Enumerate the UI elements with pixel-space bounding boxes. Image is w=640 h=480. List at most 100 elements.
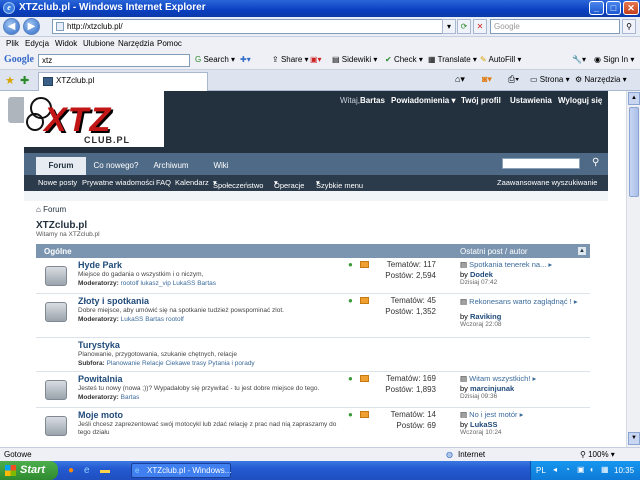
- moderator-links[interactable]: rootolf lukasz_vip LukaSS Bartas: [121, 280, 216, 287]
- subforum-links[interactable]: Planowanie Relacje Ciekawe trasy Pytania…: [107, 360, 255, 367]
- last-post-author[interactable]: marcinjunak: [470, 384, 514, 393]
- forum-search-input[interactable]: [502, 158, 580, 169]
- menu-help[interactable]: Pomoc: [157, 39, 182, 48]
- ie-quicklaunch-icon[interactable]: e: [84, 465, 90, 476]
- tools-menu[interactable]: ⚙ Narzędzia ▾: [575, 75, 627, 84]
- menu-edit[interactable]: Edycja: [25, 39, 49, 48]
- dropdown-arrow-icon[interactable]: ▾: [442, 19, 456, 34]
- google-query-input[interactable]: xtz: [38, 54, 190, 67]
- moderator-links[interactable]: Bartas: [121, 394, 140, 401]
- folder-icon[interactable]: ▬: [100, 465, 110, 476]
- logout-link[interactable]: Wyloguj się: [558, 96, 602, 105]
- favorites-star-icon[interactable]: ★: [5, 74, 15, 87]
- post-icon: ▤: [460, 260, 470, 269]
- go-to-post-icon[interactable]: ▸: [548, 260, 552, 269]
- subnav-faq[interactable]: FAQ: [156, 178, 171, 187]
- print-icon[interactable]: ⎙▾: [508, 74, 519, 85]
- share-button[interactable]: ⇪ Share ▾: [272, 55, 309, 64]
- volume-icon[interactable]: ◖: [589, 465, 594, 474]
- tab-archive[interactable]: Archiwum: [146, 157, 196, 175]
- sidewiki-button[interactable]: ▤ Sidewiki ▾: [332, 55, 377, 64]
- scroll-down-icon[interactable]: ▼: [628, 432, 640, 445]
- last-post-title[interactable]: Rekonesans warto zaglądnąć !: [469, 297, 572, 306]
- settings-link[interactable]: Ustawienia: [510, 96, 552, 105]
- close-button[interactable]: ✕: [623, 1, 639, 15]
- autofill-button[interactable]: ✎ AutoFill ▾: [480, 55, 521, 64]
- scroll-thumb[interactable]: [629, 107, 639, 197]
- wrench-icon[interactable]: 🔧▾: [572, 55, 586, 64]
- language-indicator[interactable]: PL: [536, 466, 546, 475]
- vertical-scrollbar[interactable]: ▲ ▼: [626, 91, 640, 447]
- advanced-search-link[interactable]: Zaawansowane wyszukiwanie: [497, 178, 597, 187]
- search-input[interactable]: Google: [490, 19, 620, 34]
- stop-icon[interactable]: ✕: [473, 19, 487, 34]
- last-post-title[interactable]: Spotkania tenerek na...: [469, 260, 546, 269]
- check-button[interactable]: ✔ Check ▾: [385, 55, 423, 64]
- network-icon[interactable]: ▦: [601, 465, 609, 474]
- category-title[interactable]: Ogólne: [44, 247, 72, 256]
- topics-count: Tematów: 45: [390, 296, 436, 305]
- forum-name[interactable]: Hyde Park: [78, 260, 122, 270]
- plus-icon[interactable]: ✚▾: [240, 55, 251, 64]
- menu-favorites[interactable]: Ulubione: [83, 39, 115, 48]
- last-post-author[interactable]: Dodek: [470, 270, 493, 279]
- back-button[interactable]: ◀: [3, 18, 20, 35]
- bookmark-icon[interactable]: ▣▾: [310, 55, 322, 64]
- notifications-menu[interactable]: Powiadomienia ▾: [391, 96, 455, 105]
- user-icon: ◉: [594, 55, 604, 64]
- breadcrumb[interactable]: ⌂ Forum: [36, 205, 66, 214]
- go-to-post-icon[interactable]: ▸: [520, 410, 524, 419]
- forum-name[interactable]: Powitalnia: [78, 374, 123, 384]
- translate-button[interactable]: ▦ Translate ▾: [428, 55, 477, 64]
- subnav-calendar[interactable]: Kalendarz: [175, 178, 209, 187]
- xtz-logo[interactable]: XTZ CLUB.PL: [24, 91, 164, 147]
- refresh-icon[interactable]: ⟳: [457, 19, 471, 34]
- sign-in-button[interactable]: ◉ Sign In ▾: [594, 55, 634, 64]
- go-to-post-icon[interactable]: ▸: [533, 374, 537, 383]
- last-post-title[interactable]: No i jest motór: [469, 410, 517, 419]
- tab-forum[interactable]: Forum: [36, 157, 86, 175]
- scroll-up-icon[interactable]: ▲: [628, 92, 640, 105]
- menu-file[interactable]: Plik: [6, 39, 19, 48]
- forum-name[interactable]: Złoty i spotkania: [78, 296, 149, 306]
- tray-icon[interactable]: ◔: [565, 465, 570, 474]
- subnav-quick-menu[interactable]: Szybkie menu ▾: [316, 178, 363, 190]
- minimize-button[interactable]: _: [589, 1, 604, 15]
- search-icon[interactable]: ⚲: [622, 19, 636, 34]
- moderator-links[interactable]: LukaSS Bartas rootolf: [121, 316, 184, 323]
- taskbar-window-button[interactable]: e XTZclub.pl - Windows...: [131, 463, 231, 478]
- username-link[interactable]: Bartas: [360, 96, 385, 105]
- address-input[interactable]: http://xtzclub.pl/: [52, 19, 452, 34]
- forum-name[interactable]: Turystyka: [78, 340, 120, 350]
- go-to-post-icon[interactable]: ▸: [574, 297, 578, 306]
- search-icon[interactable]: ⚲: [592, 157, 604, 169]
- add-favorites-icon[interactable]: ✚: [20, 74, 29, 87]
- browser-tab[interactable]: XTZclub.pl: [38, 72, 208, 91]
- firefox-icon[interactable]: ●: [68, 465, 74, 476]
- last-post-title[interactable]: Witam wszystkich!: [469, 374, 530, 383]
- subnav-new-posts[interactable]: Nowe posty: [38, 178, 77, 187]
- tray-icon[interactable]: ▣: [577, 465, 585, 474]
- last-post-author[interactable]: LukaSS: [470, 420, 498, 429]
- google-search-button[interactable]: G Search ▾: [195, 55, 235, 64]
- profile-link[interactable]: Twój profil: [461, 96, 501, 105]
- tab-wiki[interactable]: Wiki: [198, 157, 244, 175]
- maximize-button[interactable]: □: [606, 1, 621, 15]
- last-post-author[interactable]: Raviking: [470, 312, 501, 321]
- zoom-control[interactable]: ⚲ 100% ▾: [580, 450, 615, 459]
- forum-name[interactable]: Moje moto: [78, 410, 123, 420]
- tray-icon[interactable]: ◂: [553, 465, 557, 474]
- start-button[interactable]: Start: [0, 461, 58, 480]
- collapse-icon[interactable]: ▲: [578, 247, 586, 255]
- menu-tools[interactable]: Narzędzia: [118, 39, 154, 48]
- menu-view[interactable]: Widok: [55, 39, 77, 48]
- subnav-community[interactable]: Społeczeństwo ▾: [213, 178, 263, 190]
- page-menu[interactable]: ▭ Strona ▾: [530, 75, 570, 84]
- subnav-operations[interactable]: Operacje ▾: [274, 178, 304, 190]
- clock[interactable]: 10:35: [614, 466, 634, 475]
- forward-button[interactable]: ▶: [23, 18, 40, 35]
- subnav-private-messages[interactable]: Prywatne wiadomości: [82, 178, 155, 187]
- home-icon[interactable]: ⌂▾: [455, 74, 465, 85]
- rss-icon[interactable]: ◙▾: [482, 74, 492, 85]
- tab-whats-new[interactable]: Co nowego?: [88, 157, 144, 175]
